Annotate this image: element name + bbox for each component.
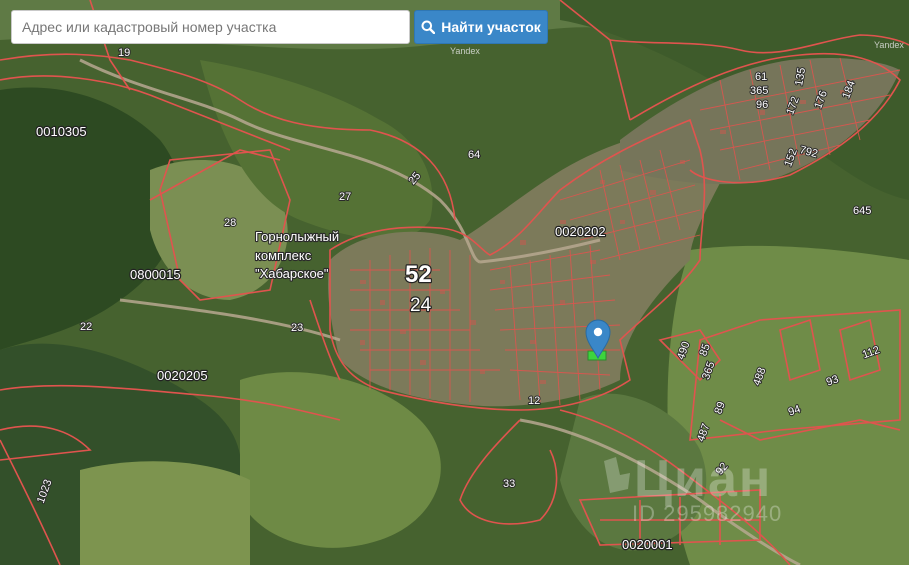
plot-number: 12 bbox=[528, 395, 540, 407]
plot-number: 23 bbox=[291, 322, 303, 334]
plot-number: 28 bbox=[224, 217, 236, 229]
satellite-map[interactable]: 0010305 0800015 0020205 0020202 0020001 … bbox=[0, 0, 909, 565]
district-label: 0800015 bbox=[130, 267, 181, 282]
district-label: 0020205 bbox=[157, 368, 208, 383]
provider-label: Yandex bbox=[450, 46, 480, 56]
find-plot-label: Найти участок bbox=[441, 19, 541, 35]
search-box bbox=[11, 10, 410, 44]
poi-label: Горнолыжный bbox=[255, 229, 339, 244]
provider-label: Yandex bbox=[874, 40, 904, 50]
plot-number: 19 bbox=[118, 47, 130, 59]
plot-number: 645 bbox=[853, 205, 871, 217]
plot-number: 22 bbox=[80, 321, 92, 333]
plot-number: 33 bbox=[503, 478, 515, 490]
district-label: 0010305 bbox=[36, 124, 87, 139]
poi-label: комплекс bbox=[255, 248, 312, 263]
find-plot-button[interactable]: Найти участок bbox=[414, 10, 548, 44]
quarter-number: 52 bbox=[405, 261, 432, 288]
district-label: 0020001 bbox=[622, 537, 673, 552]
search-input[interactable] bbox=[11, 10, 410, 44]
plot-number: 61 bbox=[755, 71, 767, 83]
district-label: 0020202 bbox=[555, 224, 606, 239]
poi-label: "Хабарское" bbox=[255, 266, 329, 281]
quarter-subnumber: 24 bbox=[410, 295, 432, 316]
plot-number: 64 bbox=[468, 149, 480, 161]
search-icon bbox=[421, 20, 436, 34]
plot-number: 365 bbox=[750, 85, 768, 97]
plot-number: 96 bbox=[756, 99, 768, 111]
plot-number: 27 bbox=[339, 191, 351, 203]
